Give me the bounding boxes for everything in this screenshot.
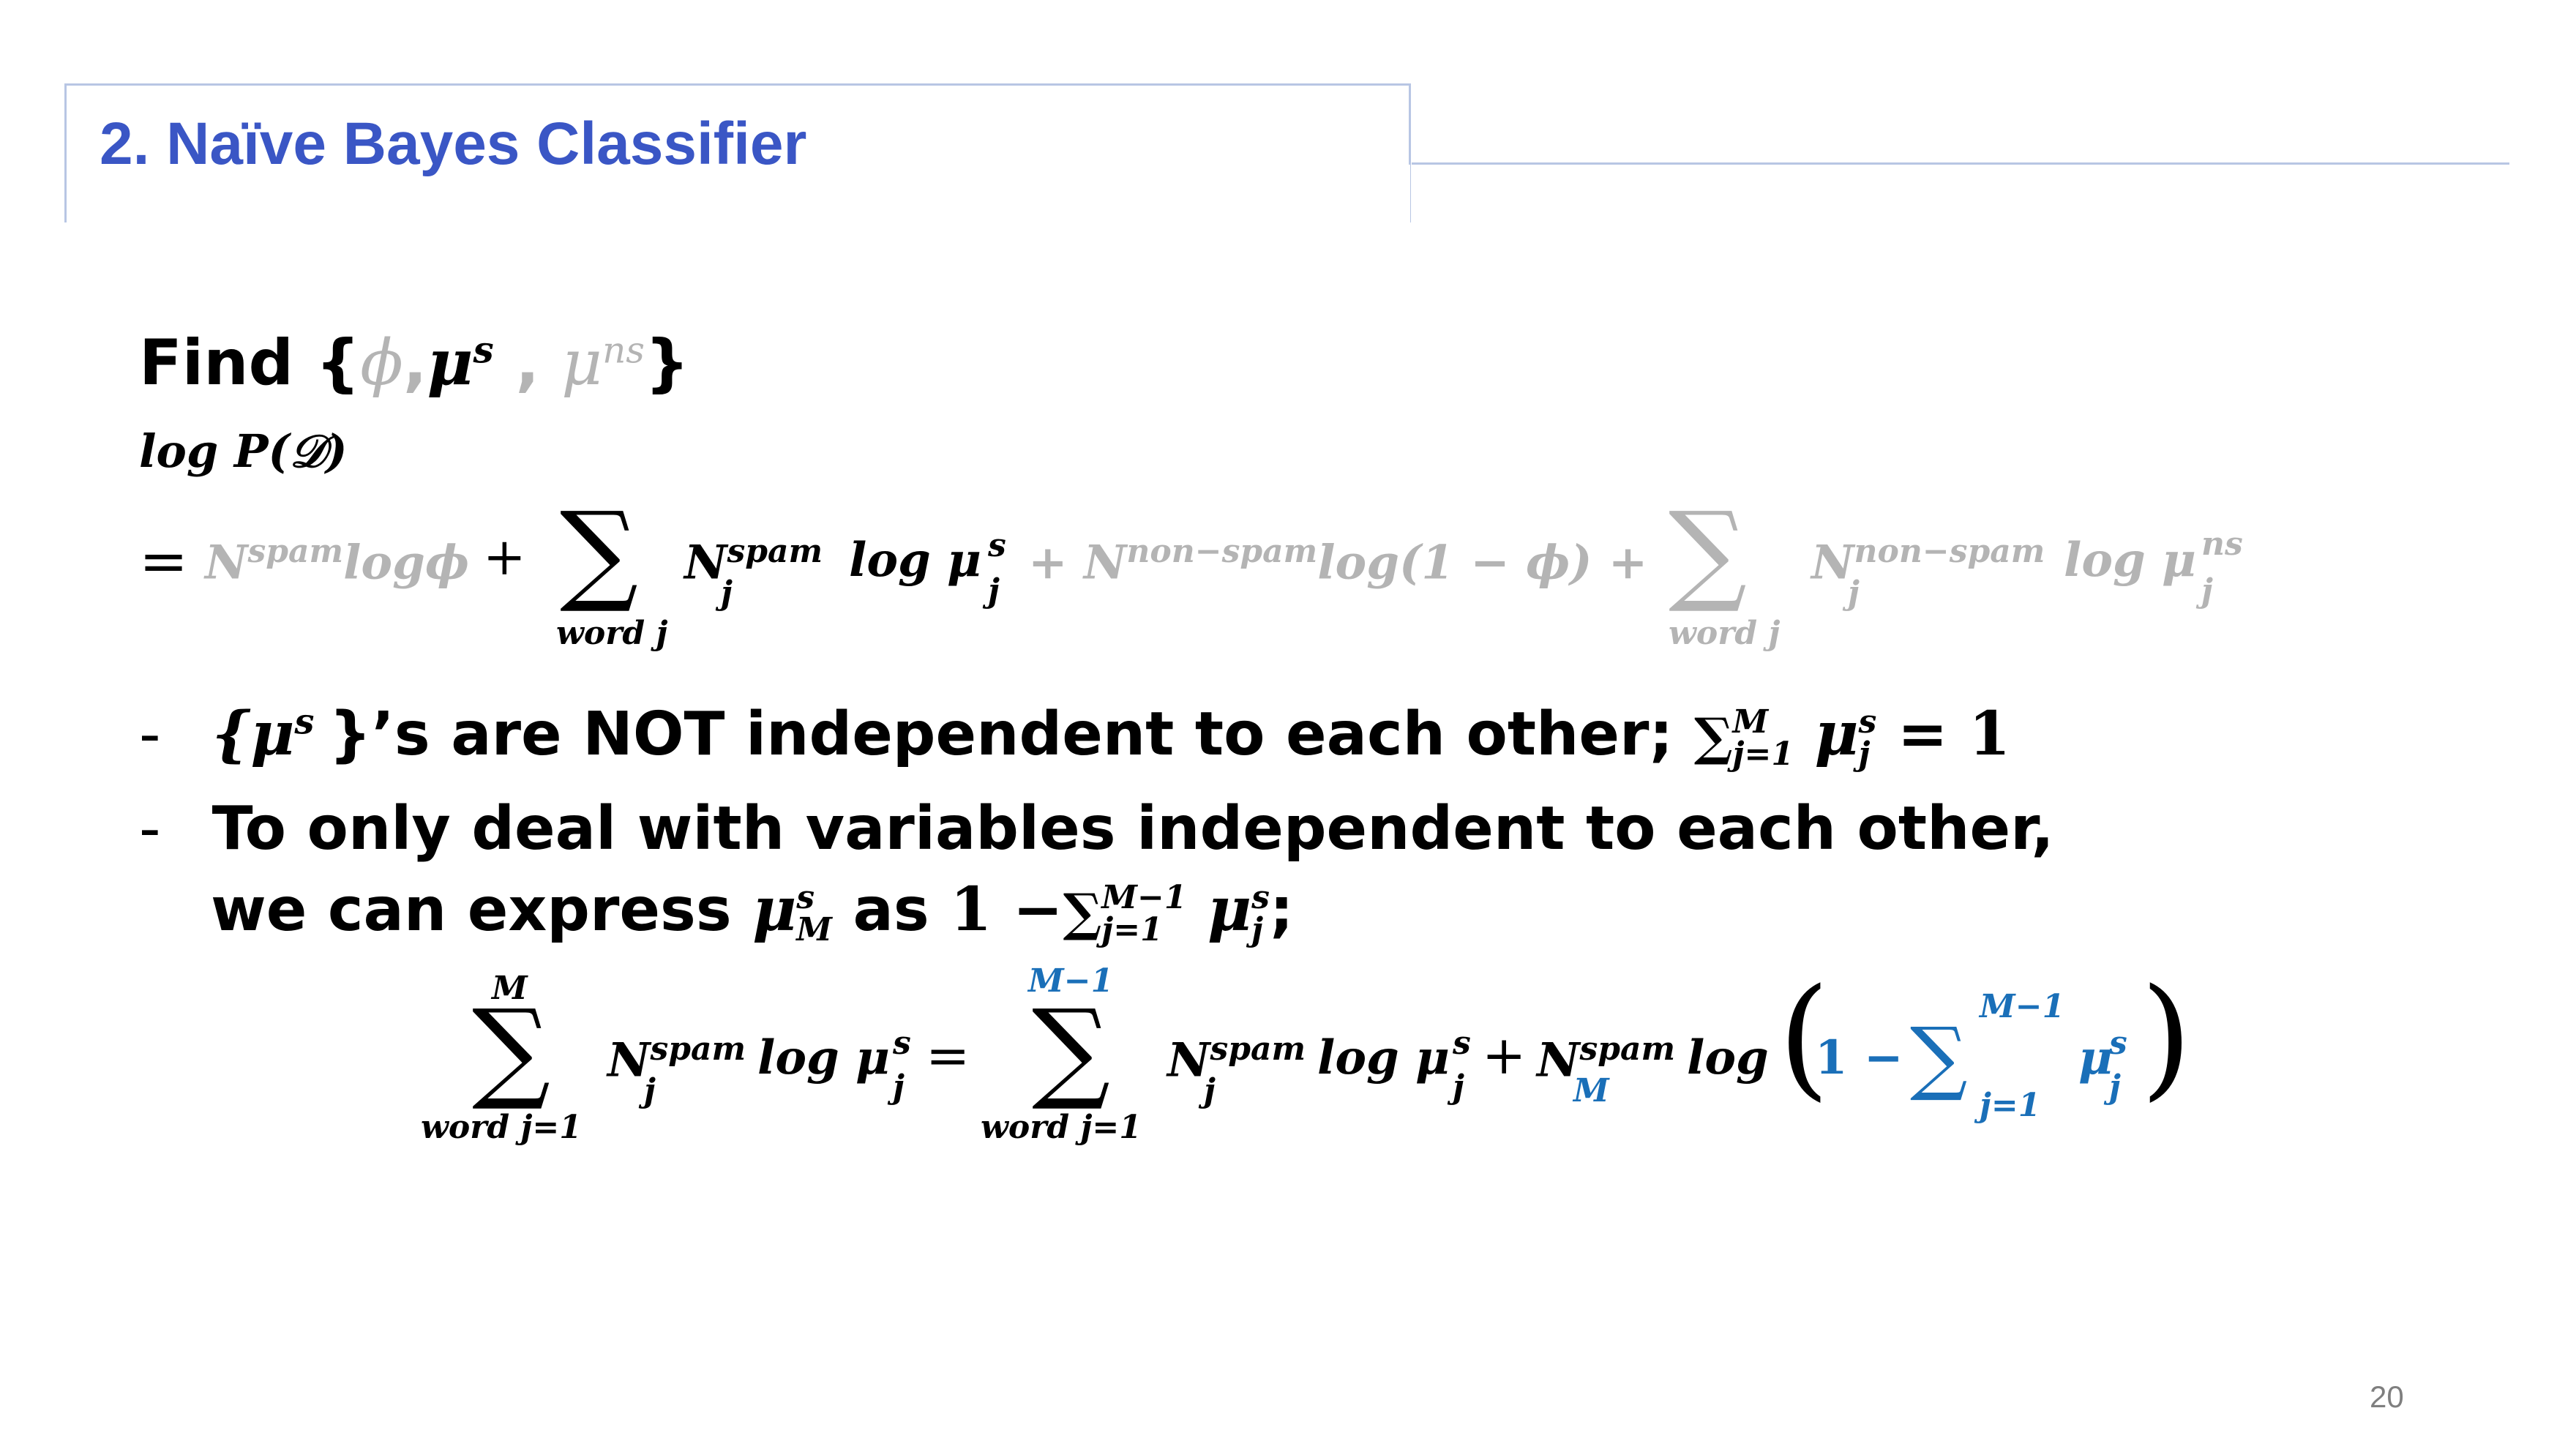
comma: , — [402, 326, 427, 400]
equals-sign: = — [926, 1025, 970, 1086]
log-mu-s-j: log μ — [849, 533, 981, 588]
summation-symbol: ∑ — [1063, 882, 1102, 943]
N-j-non-spam: Nnon−spam — [1811, 533, 2045, 591]
N-j-spam: Nspam — [1167, 1030, 1306, 1088]
sum-subscript: word j — [556, 615, 668, 652]
page-number: 20 — [2370, 1379, 2404, 1414]
bullet-1: - {μs}’s are NOT independent to each othe… — [139, 699, 2010, 771]
plus-sign: + — [1482, 1025, 1527, 1086]
semicolon: ; — [1269, 875, 1294, 945]
superscript-s: s — [1858, 703, 1877, 741]
superscript-ns: ns — [602, 329, 645, 372]
mu-symbol: μ — [2078, 1030, 2113, 1085]
bullet-dash: - — [139, 794, 161, 864]
subscript-j: j — [1453, 1068, 1464, 1106]
subscript-j: j — [893, 1068, 905, 1106]
bullet-2-line-1: To only deal with variables independent … — [211, 794, 2054, 864]
close-paren: ) — [2141, 961, 2193, 1114]
N-non-spam: + Nnon−spamlog(1 − ϕ) + — [1028, 533, 1648, 591]
bullet-2-text: we can express — [211, 875, 732, 945]
summation-symbol: ∑ — [560, 489, 639, 616]
subscript-j: j — [1251, 910, 1263, 948]
sum-upper-limit: M−1 — [1101, 878, 1187, 916]
summation-symbol: ∑ — [1669, 489, 1748, 616]
bullet-1-text: }’s are NOT independent to each other; — [329, 700, 1674, 769]
N-spam: Nspamlogϕ — [205, 533, 470, 591]
subscript-j: j — [1858, 735, 1871, 773]
subscript-j: j — [988, 572, 1000, 610]
sum-lower-limit: j=1 — [1732, 735, 1794, 773]
equation-2: M ∑ word j=1 Nspam j log μ s j = M−1 ∑ w… — [0, 951, 2342, 1171]
summation-symbol: ∑ — [1910, 1010, 1968, 1104]
mu-symbol: μ — [1814, 699, 1859, 769]
mu-set: {μ — [211, 699, 295, 769]
superscript-s: s — [1453, 1025, 1471, 1062]
N-j-spam: Nspam — [684, 533, 823, 591]
as-text: as — [853, 875, 929, 945]
log-text: log — [1687, 1030, 1769, 1085]
plus-sign: + — [483, 527, 526, 587]
subscript-M: M — [1573, 1072, 1609, 1109]
bullet-2: - To only deal with variables independent… — [139, 794, 2054, 864]
mu-symbol: μ — [427, 326, 473, 400]
subscript-M: M — [796, 910, 832, 948]
equation-1: = Nspamlogϕ + ∑ word j Nspam j log μ s j… — [139, 498, 2481, 673]
superscript-s: s — [988, 527, 1006, 564]
sum-lower-limit: word j=1 — [981, 1109, 1142, 1146]
superscript-s: s — [2109, 1025, 2127, 1062]
subscript-j: j — [1848, 574, 1860, 612]
superscript-s: s — [796, 878, 815, 916]
log-mu-ns-j: log μ — [2064, 533, 2196, 588]
phi-symbol: ϕ — [360, 326, 403, 400]
summation-symbol: ∑ — [472, 986, 551, 1114]
equals-one: = 1 — [1897, 699, 2011, 769]
superscript-s: s — [473, 328, 494, 372]
one-minus: 1 − — [950, 875, 1063, 945]
equals-sign: = — [139, 527, 189, 595]
find-prefix: Find { — [139, 326, 361, 400]
close-brace: } — [644, 326, 690, 400]
subscript-j: j — [2109, 1068, 2121, 1106]
sum-lower-limit: j=1 — [1101, 910, 1163, 948]
one-minus: 1 − — [1815, 1030, 1903, 1085]
superscript-s: s — [1251, 878, 1270, 916]
bullet-2-line-2: we can express μsM as 1 −∑ M−1 j=1 μ s j; — [211, 875, 1294, 946]
superscript-s: s — [893, 1025, 911, 1062]
sum-upper-limit: M−1 — [1980, 988, 2065, 1025]
log-likelihood-label: log P(𝒟) — [139, 424, 348, 478]
subscript-j: j — [1204, 1072, 1216, 1109]
mu-symbol: μ — [1208, 875, 1252, 945]
slide-title: 2. Naïve Bayes Classifier — [100, 111, 807, 177]
sum-lower-limit: j=1 — [1980, 1087, 2041, 1124]
log-mu-s-j: log μ — [1317, 1030, 1450, 1085]
superscript-ns: ns — [2201, 525, 2243, 563]
find-line: Find {ϕ,μs , μns} — [139, 326, 689, 400]
mu-symbol: μ — [561, 326, 603, 400]
superscript-s: s — [294, 701, 315, 743]
subscript-j: j — [2201, 572, 2213, 610]
subscript-j: j — [644, 1072, 656, 1109]
summation-symbol: ∑ — [1693, 706, 1733, 767]
bullet-dash: - — [139, 700, 161, 769]
sum-subscript: word j — [1669, 615, 1781, 652]
subscript-j: j — [721, 574, 733, 612]
sum-lower-limit: word j=1 — [421, 1109, 582, 1146]
comma: , — [515, 326, 540, 400]
N-j-spam: Nspam — [607, 1030, 746, 1088]
log-mu-s-j: log μ — [757, 1030, 890, 1085]
sum-upper-limit: M — [1732, 703, 1769, 741]
mu-symbol: μ — [752, 875, 797, 945]
title-underline — [1412, 162, 2509, 165]
summation-symbol: ∑ — [1032, 986, 1111, 1114]
